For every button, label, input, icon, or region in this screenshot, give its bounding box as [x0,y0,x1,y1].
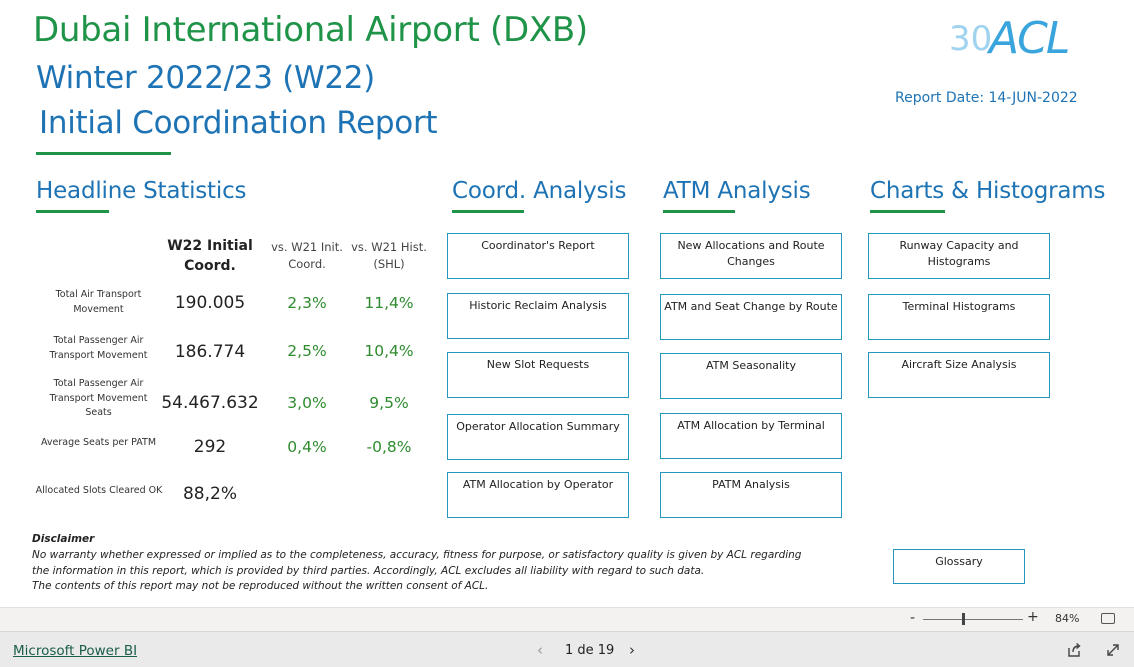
zoom-slider-thumb[interactable] [961,613,965,625]
terminal-histograms-button[interactable]: Terminal Histograms [868,294,1050,340]
disclaimer: Disclaimer No warranty whether expressed… [32,532,862,595]
disclaimer-title: Disclaimer [32,533,95,545]
stat-value-total-patm: 186.774 [174,342,246,362]
stat-label-total-patm: Total Passenger Air Transport Movement [49,335,148,361]
operator-allocation-summary-button[interactable]: Operator Allocation Summary [447,414,629,460]
stat-vs-init-avg-seats: 0,4% [287,438,327,456]
stat-vs-hist-avg-seats: -0,8% [366,438,412,456]
stat-label-avg-seats: Average Seats per PATM [40,437,157,448]
stat-value-total-atm: 190.005 [174,293,246,313]
coord-underline [452,210,524,213]
stat-vs-hist-patm-seats: 9,5% [369,394,409,412]
page-indicator: 1 de 19 [565,643,615,658]
aircraft-size-analysis-button[interactable]: Aircraft Size Analysis [868,352,1050,398]
zoom-out-button[interactable]: - [910,610,915,626]
zoom-slider-track[interactable] [923,619,1023,620]
stat-vs-hist-total-atm: 11,4% [364,294,414,312]
stat-vs-init-total-patm: 2,5% [287,342,327,360]
next-page-icon[interactable]: › [629,641,635,659]
stat-label-slots-cleared: Allocated Slots Cleared OK [35,485,163,496]
new-allocations-route-changes-button[interactable]: New Allocations and Route Changes [660,233,842,279]
atm-underline [663,210,735,213]
runway-capacity-histograms-button[interactable]: Runway Capacity and Histograms [868,233,1050,279]
previous-page-icon[interactable]: ‹ [537,641,543,659]
stat-value-slots-cleared: 88,2% [182,484,237,504]
col-header-w22: W22 Initial Coord. [167,238,253,275]
atm-allocation-by-terminal-button[interactable]: ATM Allocation by Terminal [660,413,842,459]
zoom-bar: - + 84% [0,607,1134,631]
charts-underline [870,210,945,213]
svg-text:ACL: ACL [986,13,1068,58]
headline-statistics-title: Headline Statistics [36,178,247,204]
atm-seat-change-by-route-button[interactable]: ATM and Seat Change by Route [660,294,842,340]
patm-analysis-button[interactable]: PATM Analysis [660,472,842,518]
atm-analysis-title: ATM Analysis [663,178,811,204]
disclaimer-line: The contents of this report may not be r… [32,580,489,593]
disclaimer-line: the information in this report, which is… [32,564,705,577]
svg-text:30: 30 [949,19,992,58]
atm-allocation-by-operator-button[interactable]: ATM Allocation by Operator [447,472,629,518]
stat-vs-init-total-atm: 2,3% [287,294,327,312]
report-canvas: Dubai International Airport (DXB) Winter… [0,0,1134,607]
fit-to-page-icon[interactable] [1101,613,1115,624]
fullscreen-icon[interactable] [1105,642,1121,658]
stat-vs-hist-total-patm: 10,4% [364,342,414,360]
coord-analysis-title: Coord. Analysis [452,178,627,204]
headline-underline [36,210,109,213]
stat-vs-init-patm-seats: 3,0% [287,394,327,412]
stat-value-patm-seats: 54.467.632 [161,393,259,413]
historic-reclaim-analysis-button[interactable]: Historic Reclaim Analysis [447,293,629,339]
share-icon[interactable] [1066,642,1082,658]
col-header-vs-w21-hist: vs. W21 Hist. (SHL) [351,240,427,271]
new-slot-requests-button[interactable]: New Slot Requests [447,352,629,398]
acl-30-logo: 30 ACL [949,13,1070,58]
stat-label-patm-seats: Total Passenger Air Transport Movement Sea… [49,378,148,419]
atm-seasonality-button[interactable]: ATM Seasonality [660,353,842,399]
zoom-percentage: 84% [1055,612,1080,625]
microsoft-power-bi-link[interactable]: Microsoft Power BI [13,643,137,659]
stat-value-avg-seats: 292 [193,437,227,457]
powerbi-footer: Microsoft Power BI ‹ 1 de 19 › [0,631,1134,667]
stat-label-total-atm: Total Air Transport Movement [55,289,142,315]
glossary-button[interactable]: Glossary [893,549,1025,584]
report-title-type: Initial Coordination Report [39,105,438,141]
report-title-airport: Dubai International Airport (DXB) [33,10,588,50]
coordinators-report-button[interactable]: Coordinator's Report [447,233,629,279]
col-header-vs-w21-init: vs. W21 Init. Coord. [271,240,343,271]
report-title-season: Winter 2022/23 (W22) [36,60,375,96]
title-underline [36,152,171,155]
disclaimer-line: No warranty whether expressed or implied… [32,548,802,561]
charts-histograms-title: Charts & Histograms [870,178,1106,204]
zoom-in-button[interactable]: + [1027,609,1039,625]
report-date: Report Date: 14-JUN-2022 [895,90,1078,106]
